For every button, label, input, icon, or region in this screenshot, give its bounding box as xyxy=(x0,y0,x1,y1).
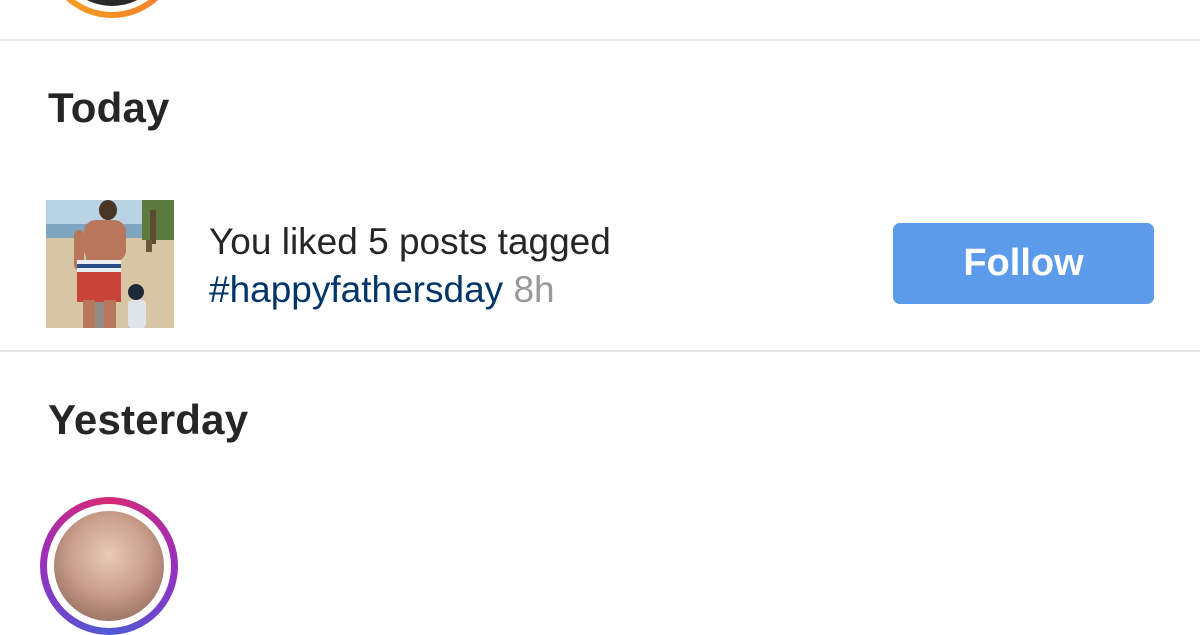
follow-button[interactable]: Follow xyxy=(893,223,1154,304)
notification-message: You liked 5 posts tagged xyxy=(209,221,611,262)
post-thumbnail[interactable] xyxy=(46,200,174,328)
avatar-photo xyxy=(56,0,168,6)
next-user-avatar[interactable] xyxy=(40,497,178,635)
divider xyxy=(0,350,1200,352)
previous-user-avatar[interactable] xyxy=(44,0,180,18)
divider xyxy=(0,39,1200,41)
avatar-photo xyxy=(54,511,164,621)
beach-photo-icon xyxy=(46,200,174,328)
hashtag-link[interactable]: #happyfathersday xyxy=(209,269,503,310)
section-title-today: Today xyxy=(48,84,170,131)
notification-text: You liked 5 posts tagged #happyfathersda… xyxy=(209,218,869,314)
section-title-yesterday: Yesterday xyxy=(48,396,249,443)
notification-time: 8h xyxy=(513,269,555,310)
